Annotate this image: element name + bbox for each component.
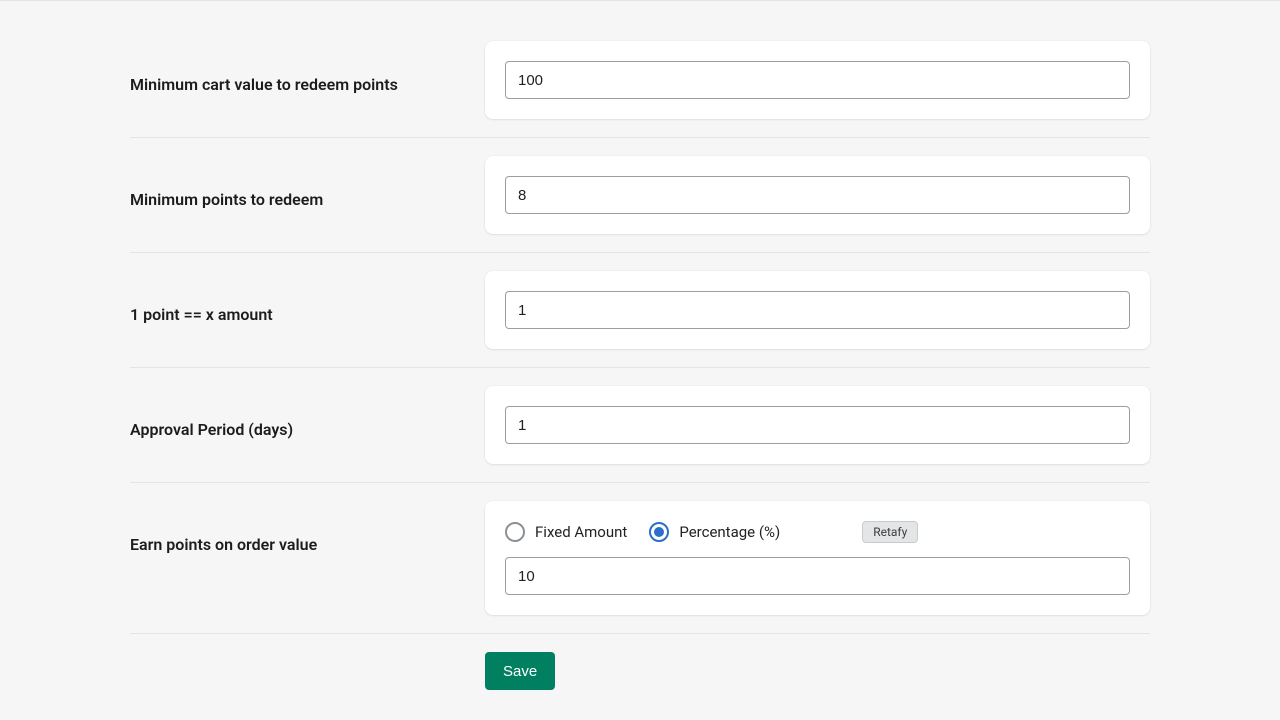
earn-points-radio-group: Fixed Amount Percentage (%) Retafy (505, 521, 1130, 543)
radio-fixed-amount[interactable]: Fixed Amount (505, 522, 627, 542)
row-approval-period: Approval Period (days) (130, 386, 1150, 483)
label-min-cart-value: Minimum cart value to redeem points (130, 41, 485, 94)
label-approval-period: Approval Period (days) (130, 386, 485, 439)
point-amount-input[interactable] (505, 291, 1130, 329)
card-min-points-redeem (485, 156, 1150, 234)
tooltip-badge: Retafy (862, 521, 918, 543)
row-min-points-redeem: Minimum points to redeem (130, 156, 1150, 253)
label-earn-points: Earn points on order value (130, 501, 485, 554)
radio-icon (505, 522, 525, 542)
label-min-points-redeem: Minimum points to redeem (130, 156, 485, 209)
card-point-amount (485, 271, 1150, 349)
radio-percentage[interactable]: Percentage (%) (649, 522, 780, 542)
approval-period-input[interactable] (505, 406, 1130, 444)
min-cart-value-input[interactable] (505, 61, 1130, 99)
card-earn-points: Fixed Amount Percentage (%) Retafy (485, 501, 1150, 615)
settings-form: Minimum cart value to redeem points Mini… (0, 1, 1280, 720)
card-min-cart-value (485, 41, 1150, 119)
row-point-amount: 1 point == x amount (130, 271, 1150, 368)
radio-icon (649, 522, 669, 542)
radio-percentage-label: Percentage (%) (679, 523, 780, 541)
radio-fixed-label: Fixed Amount (535, 523, 627, 541)
row-min-cart-value: Minimum cart value to redeem points (130, 41, 1150, 138)
card-approval-period (485, 386, 1150, 464)
save-button[interactable]: Save (485, 652, 555, 690)
min-points-redeem-input[interactable] (505, 176, 1130, 214)
form-actions: Save (485, 652, 1150, 690)
label-point-amount: 1 point == x amount (130, 271, 485, 324)
earn-points-value-input[interactable] (505, 557, 1130, 595)
row-earn-points: Earn points on order value Fixed Amount … (130, 501, 1150, 634)
